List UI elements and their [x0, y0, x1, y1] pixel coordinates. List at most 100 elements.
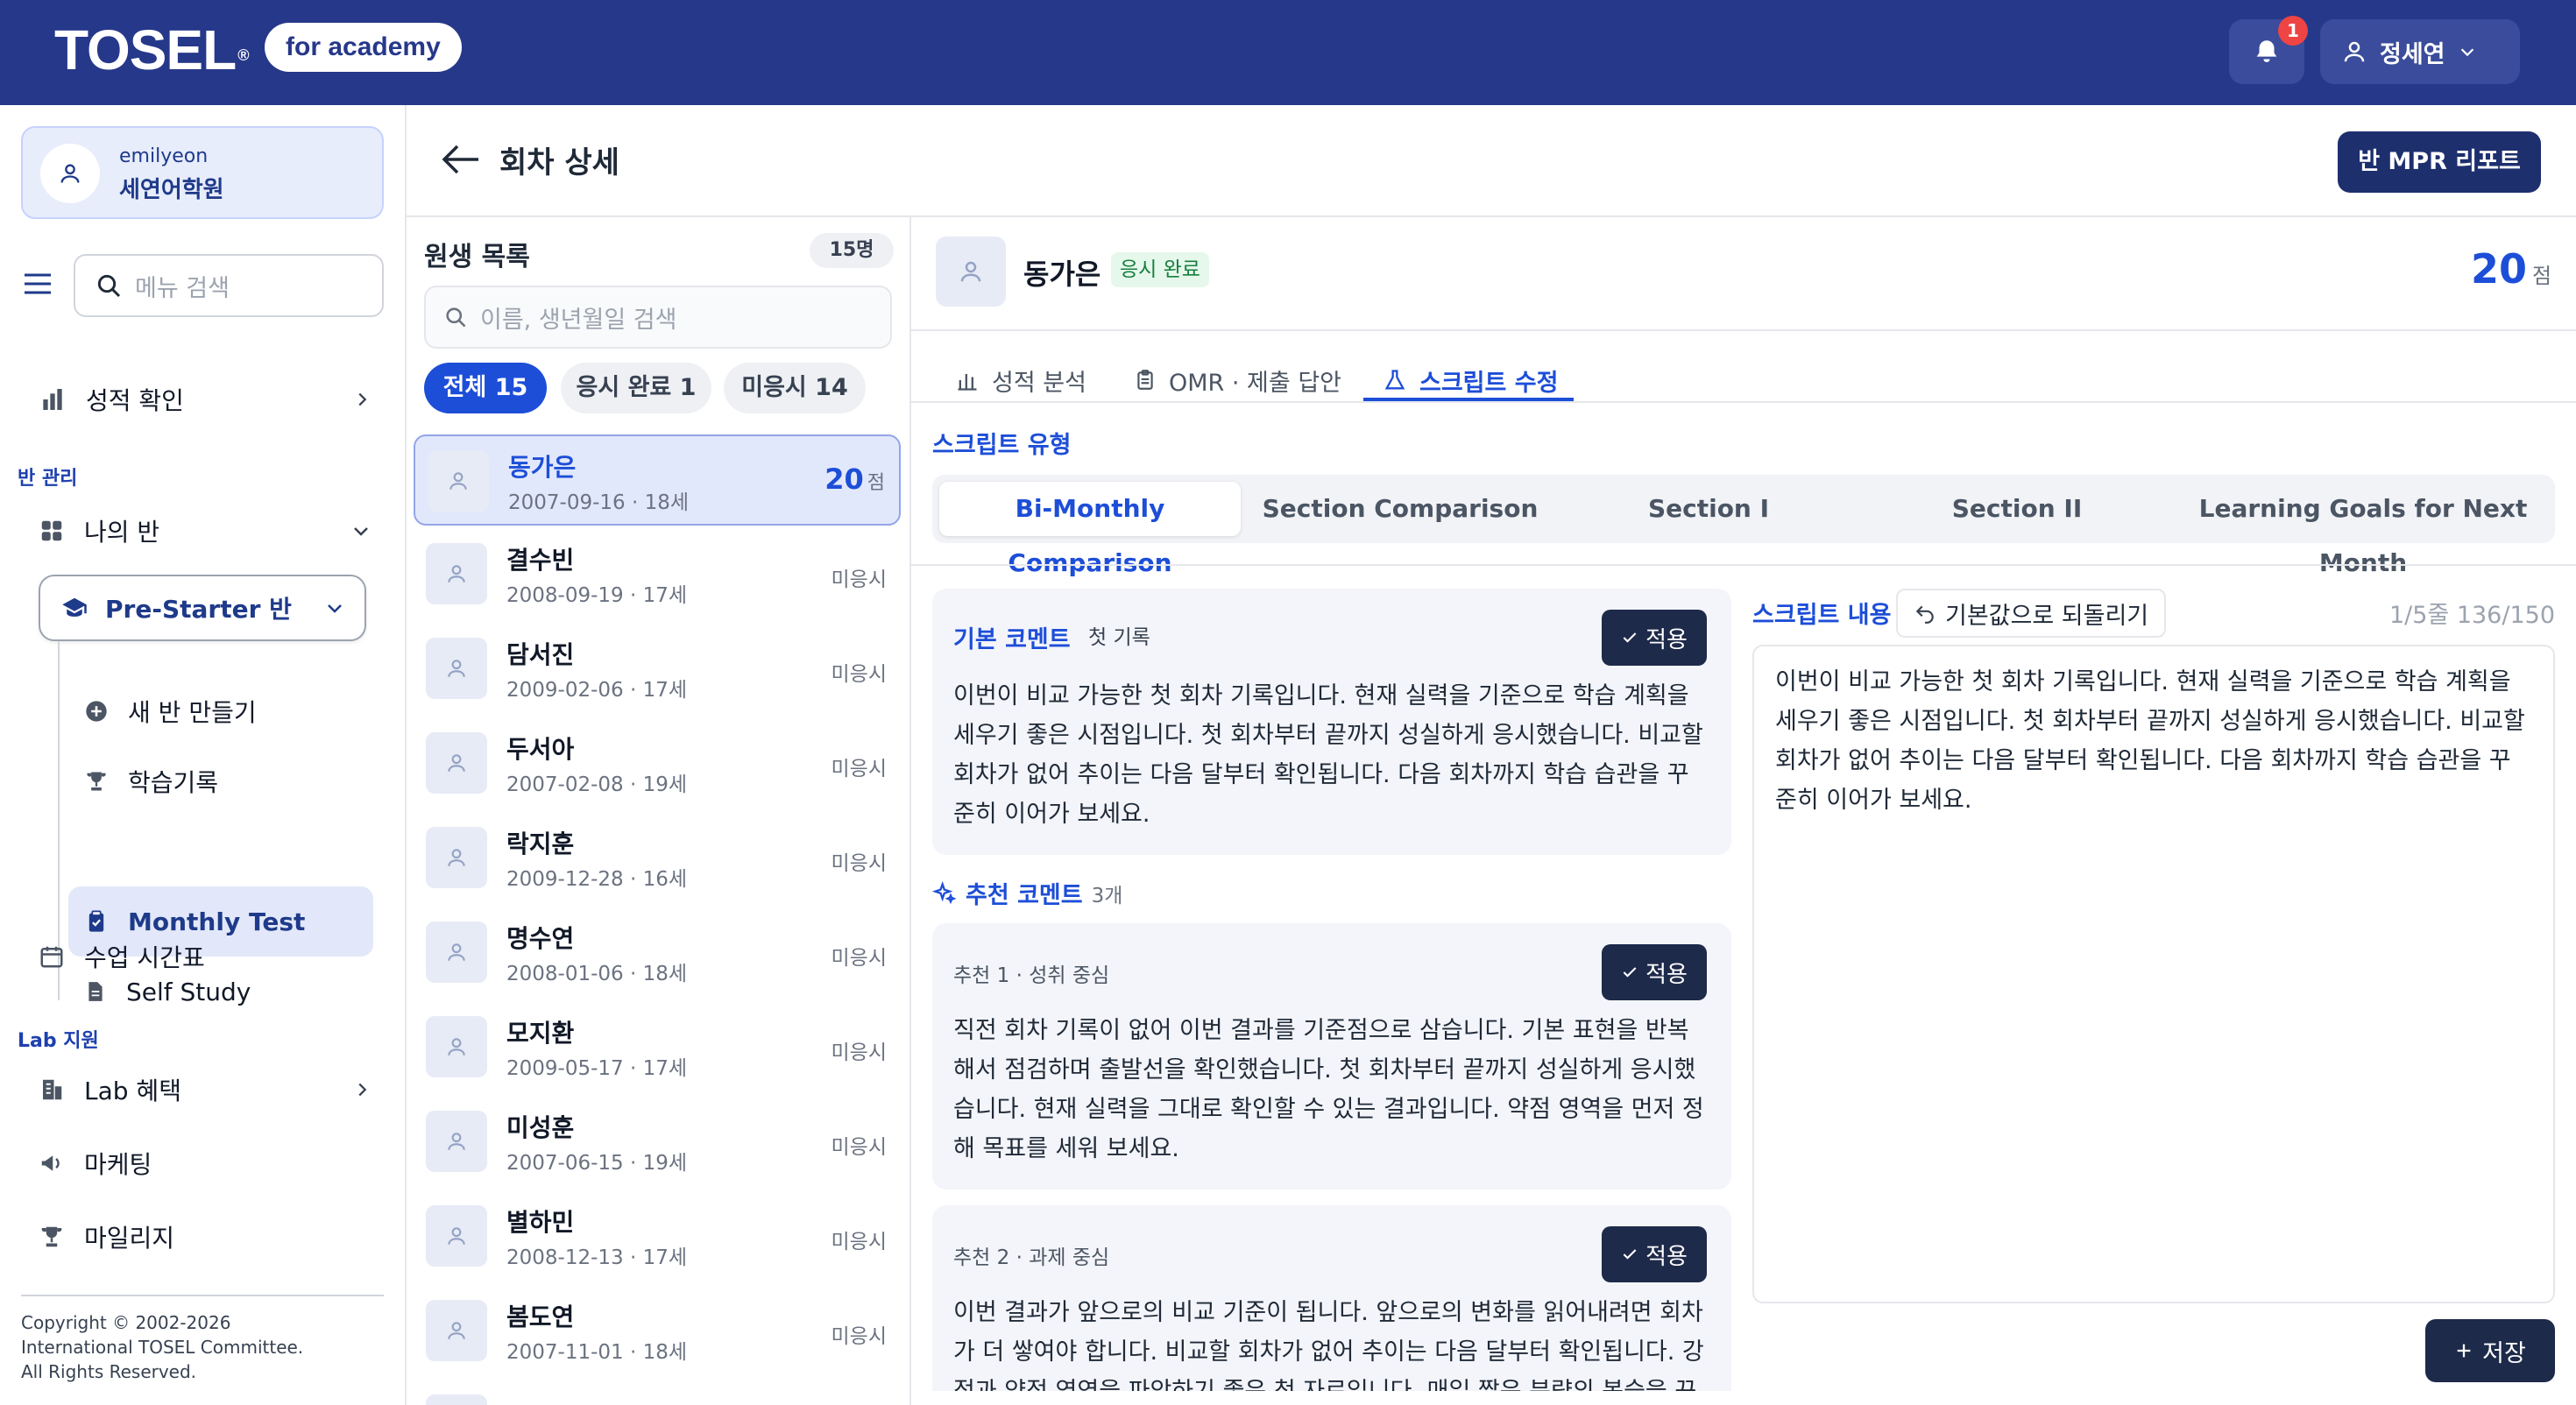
apply-button[interactable]: 적용 — [1602, 944, 1707, 1000]
student-status: 미응시 — [831, 1136, 887, 1159]
student-row[interactable]: 명수연 2008-01-06 · 18세 미응시 — [414, 907, 901, 999]
chevron-right-icon — [352, 1080, 372, 1099]
student-row[interactable] — [414, 1380, 901, 1405]
script-type-section-1[interactable]: Section I — [1560, 482, 1858, 536]
back-arrow-icon[interactable] — [440, 142, 482, 177]
divider — [21, 1295, 384, 1296]
status-badge: 응시 완료 — [1111, 252, 1209, 287]
student-name: 모지환 — [506, 1019, 575, 1048]
menu-search-input[interactable]: 메뉴 검색 — [74, 254, 384, 317]
student-list-title: 원생 목록 — [424, 242, 530, 272]
user-icon — [445, 656, 468, 681]
trophy-icon — [39, 1224, 65, 1250]
notification-count-badge: 1 — [2278, 16, 2308, 46]
reset-default-button[interactable]: 기본값으로 되돌리기 — [1896, 589, 2167, 638]
student-list: 동가은 2007-09-16 · 18세 20 점 결수빈 2008-09-19 … — [407, 434, 911, 1405]
account-card[interactable]: emilyeon 세연어학원 — [21, 126, 384, 219]
user-icon — [445, 940, 468, 964]
copyright: Copyright © 2002-2026 International TOSE… — [21, 1310, 303, 1384]
user-menu-button[interactable]: 정세연 — [2320, 19, 2520, 84]
grid-icon — [39, 518, 65, 544]
apply-button[interactable]: 적용 — [1602, 1226, 1707, 1282]
student-name: 미성훈 — [506, 1113, 575, 1142]
avatar — [936, 237, 1006, 307]
nav-grades[interactable]: 성적 확인 — [39, 382, 372, 417]
student-dob: 2009-12-28 · 16세 — [506, 868, 688, 891]
apply-label: 적용 — [1645, 961, 1688, 988]
nav-my-class[interactable]: 나의 반 — [39, 513, 372, 548]
student-search-input[interactable]: 이름, 생년월일 검색 — [424, 286, 892, 349]
check-icon — [1621, 1246, 1638, 1263]
hamburger-icon[interactable] — [23, 272, 53, 296]
student-status: 미응시 — [831, 568, 887, 591]
user-name: 정세연 — [2380, 40, 2445, 68]
sub-item-learning-record[interactable]: 학습기록 — [68, 746, 373, 816]
student-row[interactable]: 담서진 2009-02-06 · 17세 미응시 — [414, 624, 901, 715]
script-textarea[interactable]: 이번이 비교 가능한 첫 회차 기록입니다. 현재 실력을 기준으로 학습 계획… — [1752, 645, 2555, 1303]
nav-marketing[interactable]: 마케팅 — [39, 1146, 152, 1181]
script-type-bimonthly[interactable]: Bi-Monthly Comparison — [939, 482, 1241, 577]
student-count-badge: 15명 — [810, 233, 894, 268]
chevron-down-icon — [324, 597, 345, 618]
script-type-section-2[interactable]: Section II — [1866, 482, 2168, 536]
class-select-label: Pre-Starter 반 — [105, 595, 292, 624]
apply-button[interactable]: 적용 — [1602, 610, 1707, 666]
tosel-logo[interactable]: TOSEL ® — [54, 19, 249, 81]
filter-not-taken[interactable]: 미응시 14 — [724, 363, 866, 413]
student-search-placeholder: 이름, 생년월일 검색 — [480, 306, 677, 334]
student-dob: 2009-02-06 · 17세 — [506, 679, 688, 702]
class-select-dropdown[interactable]: Pre-Starter 반 — [39, 575, 366, 641]
clipboard-icon — [84, 908, 109, 935]
bell-icon — [2252, 36, 2282, 67]
nav-timetable-label: 수업 시간표 — [84, 943, 205, 972]
user-icon — [445, 1318, 468, 1343]
product-badge: for academy — [265, 23, 462, 72]
student-name: 명수연 — [506, 924, 575, 953]
reset-label: 기본값으로 되돌리기 — [1945, 602, 2149, 630]
student-name: 두서아 — [506, 735, 575, 764]
sub-item-label: 새 반 만들기 — [128, 698, 257, 727]
nav-timetable[interactable]: 수업 시간표 — [39, 939, 205, 974]
account-id: emilyeon — [119, 145, 209, 167]
script-type-section-comparison[interactable]: Section Comparison — [1249, 482, 1551, 536]
student-row[interactable]: 미성훈 2007-06-15 · 19세 미응시 — [414, 1097, 901, 1188]
recommended-comments-label: 추천 코멘트 3개 — [932, 876, 1122, 910]
avatar — [426, 827, 487, 888]
divider — [911, 329, 2576, 331]
plus-circle-icon — [84, 699, 109, 724]
student-row[interactable]: 모지환 2009-05-17 · 17세 미응시 — [414, 1002, 901, 1093]
recommended-count: 3개 — [1091, 884, 1123, 907]
student-row[interactable]: 봄도연 2007-11-01 · 18세 미응시 — [414, 1286, 901, 1377]
student-row[interactable]: 두서아 2007-02-08 · 19세 미응시 — [414, 718, 901, 809]
trophy-icon — [84, 769, 109, 794]
undo-icon — [1914, 602, 1936, 625]
student-row-selected[interactable]: 동가은 2007-09-16 · 18세 20 점 — [414, 434, 901, 526]
sparkle-icon — [932, 880, 957, 906]
student-row[interactable]: 락지훈 2009-12-28 · 16세 미응시 — [414, 813, 901, 904]
graduation-cap-icon — [60, 595, 89, 621]
script-type-learning-goals[interactable]: Learning Goals for Next Month — [2176, 482, 2550, 577]
check-icon — [1621, 629, 1638, 646]
sub-item-label: 학습기록 — [128, 768, 219, 797]
chevron-down-icon — [350, 520, 372, 541]
avatar — [426, 1016, 487, 1077]
first-record-tag: 첫 기록 — [1088, 626, 1150, 649]
user-icon — [445, 751, 468, 775]
avatar — [426, 1300, 487, 1361]
user-icon — [58, 160, 82, 187]
student-row[interactable]: 결수빈 2008-09-19 · 17세 미응시 — [414, 529, 901, 620]
user-icon — [445, 845, 468, 870]
nav-mileage[interactable]: 마일리지 — [39, 1219, 174, 1254]
filter-completed[interactable]: 응시 완료 1 — [561, 363, 711, 413]
save-button[interactable]: 저장 — [2425, 1319, 2555, 1382]
filter-all[interactable]: 전체 15 — [424, 363, 547, 413]
class-mpr-report-button[interactable]: 반 MPR 리포트 — [2338, 131, 2541, 193]
avatar — [426, 638, 487, 699]
flask-icon — [1383, 368, 1407, 392]
sub-item-new-class[interactable]: 새 반 만들기 — [68, 676, 373, 746]
student-status: 미응시 — [831, 758, 887, 780]
nav-lab-benefits[interactable]: Lab 혜택 — [39, 1072, 372, 1107]
avatar — [426, 732, 487, 794]
user-icon — [2341, 38, 2367, 66]
student-row[interactable]: 별하민 2008-12-13 · 17세 미응시 — [414, 1191, 901, 1282]
